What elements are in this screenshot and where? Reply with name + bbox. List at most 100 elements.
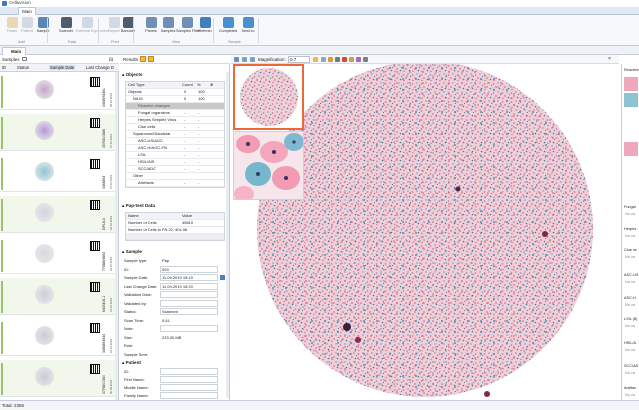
field-value[interactable] [160, 384, 218, 391]
status-marker [1, 363, 5, 395]
field-value[interactable]: 003 [160, 265, 218, 273]
cell-type-row[interactable]: LSIL - - [126, 152, 224, 159]
send-to-button[interactable]: Send to [237, 17, 259, 39]
results-mode-icon[interactable] [140, 56, 146, 62]
settings-icon[interactable] [363, 57, 368, 62]
field-value[interactable] [160, 299, 218, 307]
pap-grid-scrollbar[interactable] [126, 234, 224, 240]
zoom-fit-icon[interactable] [313, 57, 318, 62]
field-value[interactable]: 11.09.2019 15:20 [160, 282, 218, 290]
samples-scrollbar[interactable] [115, 72, 118, 400]
gallery-category-label[interactable]: Herpes [624, 227, 636, 231]
cell-type-row[interactable]: HSIL/AIS - - [126, 159, 224, 166]
field-value[interactable]: Scanned [160, 308, 218, 315]
cell-type-row[interactable]: Objects 0 100 [126, 89, 224, 96]
gallery-category-label[interactable]: Clue ce [624, 248, 637, 252]
column-count[interactable]: Count [182, 82, 193, 88]
pen-icon[interactable] [349, 57, 354, 62]
tab-main-document[interactable]: Main [2, 47, 26, 55]
field-value: 0:41 [162, 317, 170, 323]
cell-type-row[interactable]: Clue cells - - [126, 124, 224, 131]
sample-button[interactable]: Sample [32, 17, 54, 39]
cell-type-row[interactable]: Artefacts - - [126, 180, 224, 187]
sample-row[interactable]: 3458978461 08.10.2019 [0, 73, 117, 110]
cell-type-row[interactable]: Herpes Simplex Virus - - [126, 117, 224, 124]
column-percent[interactable]: % [197, 82, 201, 88]
tab-main[interactable]: Main [18, 7, 36, 15]
magnification-select[interactable]: 0.7 [288, 56, 310, 63]
sample-row[interactable]: 3576300886 07.10.2019 [0, 114, 117, 151]
column-value[interactable]: Value [182, 213, 192, 219]
sample-field: Validation Date: [124, 291, 228, 299]
column-id[interactable]: ID [2, 65, 6, 70]
gallery-category-label[interactable]: Artefac [624, 386, 636, 390]
cell-type-name: Objects [128, 89, 142, 94]
results-panel: ▴ Objects Cell Type Count % ⊕ Objects 0 10… [120, 64, 230, 400]
pointer-icon[interactable] [335, 57, 340, 62]
gallery-category-label[interactable]: SCC/AD [624, 364, 638, 368]
field-value[interactable] [160, 392, 218, 399]
sample-section-header[interactable]: ▴ Sample [122, 249, 142, 255]
cell-type-row[interactable]: Reactive changes [126, 103, 224, 110]
field-value[interactable] [160, 291, 218, 298]
gallery-category-label[interactable]: HSIL/A [624, 341, 636, 345]
field-value[interactable]: 11.09.2019 15:19 [160, 274, 218, 281]
sample-row[interactable]: 3776800360 30.09.2019 [0, 360, 117, 397]
column-status[interactable]: Status [17, 65, 29, 70]
fit-view-icon[interactable] [234, 57, 239, 62]
column-sample-date[interactable]: Sample Date [49, 65, 76, 70]
column-name[interactable]: Name [128, 213, 139, 219]
column-cell-type[interactable]: Cell Type [128, 82, 145, 88]
gallery-empty-text: No va [625, 234, 635, 238]
sample-row[interactable]: 3456894544 01.10.2019 [0, 319, 117, 356]
calendar-icon[interactable] [220, 275, 225, 280]
scanner-button[interactable]: Scanner [55, 17, 77, 39]
barcode-button[interactable]: Barcode [117, 17, 139, 39]
arrow-icon[interactable] [328, 57, 333, 62]
close-icon[interactable]: × [608, 55, 611, 64]
field-value[interactable] [160, 376, 218, 383]
sample-row[interactable]: 7758869864 02.10.2019 [0, 237, 117, 274]
gallery-category-label[interactable]: Fungal [624, 205, 636, 209]
results-view-icon[interactable] [148, 56, 154, 62]
cell-type-row[interactable]: SCC/ADC - - [126, 166, 224, 173]
results-scrollbar[interactable] [226, 72, 229, 398]
patient-section-header[interactable]: ▴ Patient [122, 360, 141, 366]
overview-thumbnail[interactable] [233, 64, 304, 130]
slide-viewer[interactable] [231, 61, 619, 400]
gallery-empty-text: No va [625, 255, 635, 259]
filter-icon[interactable] [22, 57, 27, 61]
field-value[interactable] [160, 325, 218, 332]
sample-row[interactable]: GP18-3 02.10.2019 [0, 196, 117, 233]
column-last-change-date[interactable]: Last Change D [86, 65, 114, 70]
sample-row[interactable]: 6405408-1 01.10.2019 [0, 278, 117, 315]
filter-icon [181, 17, 193, 28]
zoomed-detail-view[interactable] [233, 131, 304, 200]
completed-button[interactable]: Completed [217, 17, 239, 39]
field-value[interactable] [160, 368, 218, 375]
grid-view-icon[interactable] [242, 57, 247, 62]
cell-type-row[interactable]: NILM 0 100 [126, 96, 224, 103]
pap-section-header[interactable]: ▴ Pap-test Data [122, 203, 155, 209]
cell-type-row[interactable]: ASC-US/AGC - - [126, 138, 224, 145]
brush-icon[interactable] [356, 57, 361, 62]
gallery-category-label[interactable]: ASC-H [624, 296, 636, 300]
gallery-cell-image[interactable] [624, 142, 638, 156]
zoom-in-icon[interactable] [321, 57, 326, 62]
objects-section-header[interactable]: ▴ Objects [122, 72, 142, 78]
gallery-cell-image[interactable] [624, 77, 638, 91]
gallery-cell-image[interactable] [624, 93, 638, 107]
cell-type-row[interactable]: ASC-H/AGC-FN - - [126, 145, 224, 152]
cell-type-row[interactable]: Other [126, 173, 224, 180]
field-label: Validated by: [124, 300, 147, 306]
external-equipment-button[interactable]: External Equipment [76, 17, 109, 39]
cell-type-row[interactable]: Fungal organisms - - [126, 110, 224, 117]
marker-icon[interactable] [342, 57, 347, 62]
sample-row[interactable]: 3454894 07.10.2019 [0, 155, 117, 192]
layout-icon[interactable] [250, 57, 255, 62]
cell-type-row[interactable]: Squamous/Glandular - - [126, 131, 224, 138]
gallery-category-label[interactable]: LSIL (8) [624, 317, 637, 321]
grid-settings-icon[interactable]: ⊕ [210, 82, 213, 88]
gallery-category-label[interactable]: ASC-US [624, 273, 638, 277]
status-marker [1, 76, 5, 108]
